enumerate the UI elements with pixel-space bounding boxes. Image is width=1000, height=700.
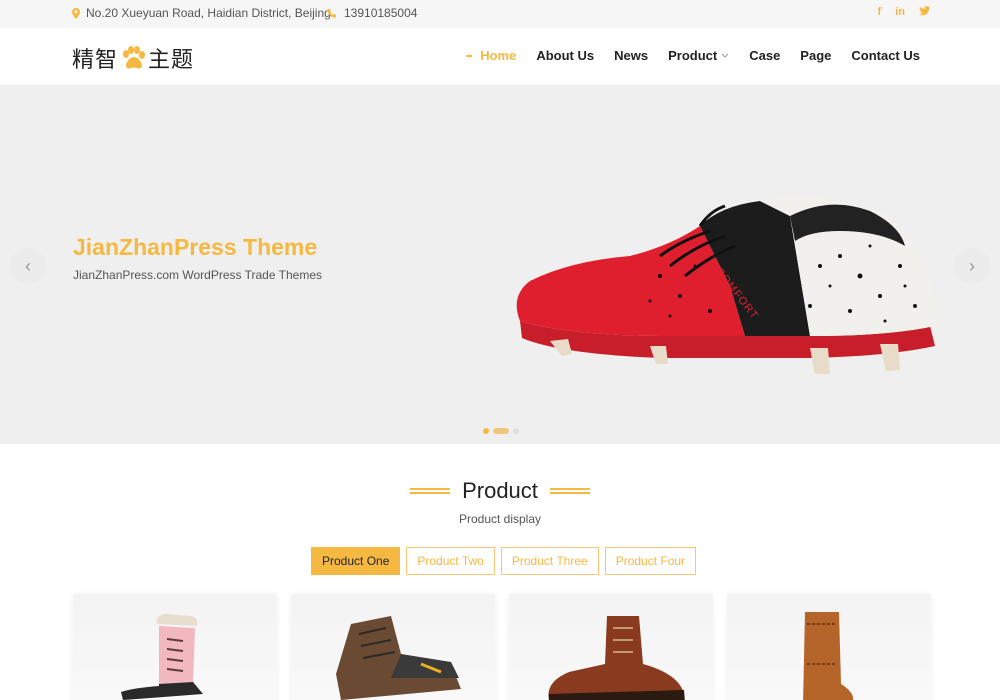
address-block: No.20 Xueyuan Road, Haidian District, Be… — [72, 6, 331, 20]
pink-snow-boot-image — [121, 614, 203, 700]
product-card[interactable] — [727, 594, 931, 700]
tab-product-four[interactable]: Product Four — [604, 547, 697, 575]
site-logo[interactable]: 精智 主题 — [72, 42, 194, 74]
nav-label: About Us — [536, 48, 595, 63]
nav-label: Page — [800, 48, 832, 63]
tab-product-three[interactable]: Product Three — [500, 547, 599, 575]
nav-label: Product — [668, 48, 718, 63]
chevron-left-icon: ‹ — [25, 255, 31, 276]
hero-slider: ‹ JianZhanPress Theme JianZhanPress.com … — [0, 86, 1000, 444]
section-title: Product — [462, 478, 538, 503]
nav-item-product[interactable]: Product — [668, 48, 729, 63]
slide-subtitle: JianZhanPress.com WordPress Trade Themes — [73, 268, 322, 282]
top-bar: No.20 Xueyuan Road, Haidian District, Be… — [0, 0, 1000, 28]
twitter-icon[interactable] — [919, 6, 930, 19]
nav-item-page[interactable]: Page — [800, 48, 831, 63]
product-card[interactable] — [291, 594, 495, 700]
linkedin-icon[interactable]: in — [895, 6, 905, 19]
slider-dot-3[interactable] — [513, 428, 519, 434]
tall-leather-boot-image — [803, 612, 854, 700]
nav-item-contact-us[interactable]: Contact Us — [851, 48, 920, 63]
section-subtitle: Product display — [458, 512, 542, 526]
football-boot-image: COMFORT — [516, 194, 936, 374]
chevron-down-icon — [721, 53, 729, 58]
slider-dot-2[interactable] — [493, 428, 509, 434]
product-tabs: Product One Product Two Product Three Pr… — [311, 547, 697, 575]
product-card[interactable] — [509, 594, 713, 700]
phone-block: 13910185004 — [327, 6, 417, 20]
active-indicator — [466, 54, 473, 57]
nav-item-about-us[interactable]: About Us — [536, 48, 594, 63]
tab-product-one[interactable]: Product One — [311, 547, 401, 575]
slide-title: JianZhanPress Theme — [73, 234, 318, 260]
nav-label: Case — [749, 48, 781, 63]
phone-text: 13910185004 — [344, 6, 418, 20]
slider-prev-button[interactable]: ‹ — [10, 248, 46, 284]
slider-dot-1[interactable] — [483, 428, 489, 434]
phone-icon — [327, 8, 337, 18]
location-pin-icon — [72, 7, 80, 19]
nav-label: News — [614, 48, 649, 63]
chevron-right-icon: › — [969, 255, 975, 276]
social-links: f in — [878, 6, 930, 19]
facebook-icon[interactable]: f — [878, 6, 882, 19]
site-header: 精智 主题 Home About Us News Product Case Pa… — [0, 28, 1000, 86]
product-card[interactable] — [73, 594, 277, 700]
nav-item-home[interactable]: Home — [466, 48, 516, 63]
logo-text-left: 精智 — [72, 48, 119, 73]
nav-label: Contact Us — [851, 48, 920, 63]
leather-work-boot-image — [548, 616, 685, 700]
product-section-heading: Product — [0, 478, 1000, 504]
nav-item-news[interactable]: News — [614, 48, 648, 63]
hiking-boot-image — [336, 616, 461, 700]
address-text: No.20 Xueyuan Road, Haidian District, Be… — [86, 6, 331, 20]
paw-icon — [123, 46, 146, 69]
slider-next-button[interactable]: › — [954, 248, 990, 284]
slider-pagination — [483, 428, 519, 434]
nav-label: Home — [480, 48, 517, 63]
logo-text-right: 主题 — [148, 48, 195, 73]
title-decoration-left — [410, 488, 451, 494]
main-nav: Home About Us News Product Case Page Con… — [466, 48, 920, 63]
title-decoration-right — [549, 488, 590, 494]
nav-item-case[interactable]: Case — [749, 48, 780, 63]
tab-product-two[interactable]: Product Two — [406, 547, 495, 575]
product-grid — [73, 594, 931, 700]
